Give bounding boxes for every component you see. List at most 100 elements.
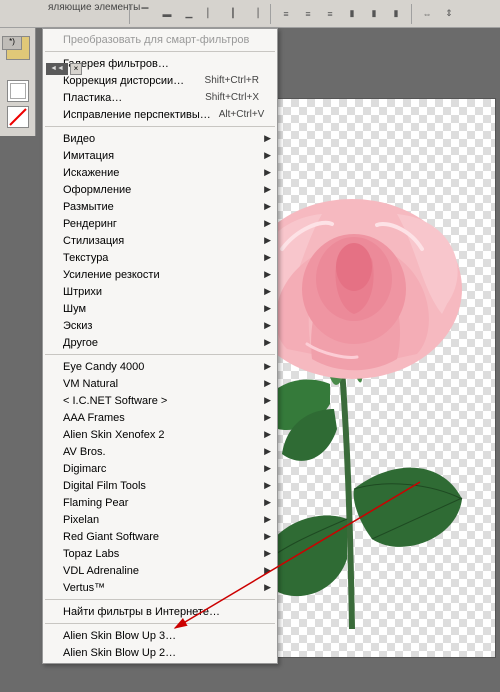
- submenu-arrow-icon: ▶: [264, 531, 271, 542]
- menu-item-label: Имитация: [63, 150, 259, 162]
- submenu-arrow-icon: ▶: [264, 514, 271, 525]
- menu-item[interactable]: Искажение▶: [43, 164, 277, 181]
- submenu-arrow-icon: ▶: [264, 497, 271, 508]
- submenu-arrow-icon: ▶: [264, 201, 271, 212]
- menu-item-shortcut: Shift+Ctrl+R: [205, 75, 259, 86]
- filter-menu: Преобразовать для смарт-фильтров Галерея …: [42, 28, 278, 664]
- submenu-arrow-icon: ▶: [264, 361, 271, 372]
- submenu-arrow-icon: ▶: [264, 303, 271, 314]
- menu-item[interactable]: Текстура▶: [43, 249, 277, 266]
- menu-item[interactable]: Шум ▶: [43, 300, 277, 317]
- menu-item[interactable]: Преобразовать для смарт-фильтров: [43, 31, 277, 48]
- menu-item-label: VM Natural: [63, 378, 259, 390]
- align-hcenter-icon[interactable]: ┃: [223, 4, 243, 24]
- menu-item[interactable]: AV Bros. ▶: [43, 443, 277, 460]
- toolbar-separator: [270, 4, 271, 24]
- menu-item[interactable]: Alien Skin Xenofex 2 ▶: [43, 426, 277, 443]
- panel-title: яляющие элементы: [48, 2, 140, 13]
- menu-item[interactable]: Пластика…Shift+Ctrl+X: [43, 89, 277, 106]
- menu-item-label: Alien Skin Xenofex 2: [63, 429, 259, 441]
- submenu-arrow-icon: ▶: [264, 269, 271, 280]
- menu-item[interactable]: Alien Skin Blow Up 2…: [43, 644, 277, 661]
- submenu-arrow-icon: ▶: [264, 463, 271, 474]
- distribute-spacing-v-icon[interactable]: ⇕: [439, 4, 459, 24]
- menu-item[interactable]: Рендеринг▶: [43, 215, 277, 232]
- menu-item-label: Eye Candy 4000: [63, 361, 259, 373]
- submenu-arrow-icon: ▶: [264, 412, 271, 423]
- menu-item[interactable]: < I.C.NET Software >▶: [43, 392, 277, 409]
- menu-item[interactable]: VM Natural▶: [43, 375, 277, 392]
- align-vcenter-icon[interactable]: ▬: [157, 4, 177, 24]
- menu-item[interactable]: Topaz Labs▶: [43, 545, 277, 562]
- distribute-spacing-icon[interactable]: ⇔: [417, 4, 437, 24]
- menu-item-label: Рендеринг: [63, 218, 259, 230]
- menu-item-label: < I.C.NET Software >: [63, 395, 259, 407]
- menu-item-label: AV Bros.: [63, 446, 259, 458]
- submenu-arrow-icon: ▶: [264, 320, 271, 331]
- menu-item[interactable]: Alien Skin Blow Up 3…: [43, 627, 277, 644]
- panel-grip-icon[interactable]: ◄◄: [46, 63, 68, 75]
- menu-item-label: Alien Skin Blow Up 3…: [63, 630, 259, 642]
- menu-item[interactable]: Найти фильтры в Интернете…: [43, 603, 277, 620]
- submenu-arrow-icon: ▶: [264, 133, 271, 144]
- menu-item[interactable]: Оформление▶: [43, 181, 277, 198]
- menu-item-label: Шум: [63, 303, 259, 315]
- menu-item[interactable]: VDL Adrenaline ▶: [43, 562, 277, 579]
- menu-item[interactable]: Digital Film Tools▶: [43, 477, 277, 494]
- menu-item-label: Эскиз: [63, 320, 259, 332]
- menu-item[interactable]: Эскиз ▶: [43, 317, 277, 334]
- align-right-icon[interactable]: ▕: [245, 4, 265, 24]
- menu-separator: [45, 51, 275, 52]
- menu-item[interactable]: Digimarc▶: [43, 460, 277, 477]
- distribute-left-icon[interactable]: ▮: [342, 4, 362, 24]
- submenu-arrow-icon: ▶: [264, 565, 271, 576]
- panel-tab[interactable]: *): [2, 36, 22, 50]
- menu-item-label: Видео: [63, 133, 259, 145]
- menu-item[interactable]: Vertus™▶: [43, 579, 277, 596]
- menu-item[interactable]: Исправление перспективы…Alt+Ctrl+V: [43, 106, 277, 123]
- menu-item-label: Галерея фильтров…: [63, 58, 259, 70]
- distribute-hcenter-icon[interactable]: ▮: [364, 4, 384, 24]
- distribute-bottom-icon[interactable]: ≡: [320, 4, 340, 24]
- submenu-arrow-icon: ▶: [264, 150, 271, 161]
- submenu-arrow-icon: ▶: [264, 429, 271, 440]
- menu-item[interactable]: AAA Frames▶: [43, 409, 277, 426]
- menu-item[interactable]: Red Giant Software▶: [43, 528, 277, 545]
- menu-item-label: Стилизация: [63, 235, 259, 247]
- menu-item-label: Topaz Labs: [63, 548, 259, 560]
- submenu-arrow-icon: ▶: [264, 184, 271, 195]
- close-icon[interactable]: ×: [70, 63, 82, 75]
- align-left-icon[interactable]: ▏: [201, 4, 221, 24]
- menu-item[interactable]: Штрихи▶: [43, 283, 277, 300]
- menu-item[interactable]: Pixelan ▶: [43, 511, 277, 528]
- submenu-arrow-icon: ▶: [264, 446, 271, 457]
- menu-item-label: Flaming Pear: [63, 497, 259, 509]
- menu-item[interactable]: Видео ▶: [43, 130, 277, 147]
- align-bottom-icon[interactable]: ▁: [179, 4, 199, 24]
- menu-item-label: VDL Adrenaline: [63, 565, 259, 577]
- square-swatch-icon[interactable]: [7, 80, 29, 102]
- menu-item[interactable]: Усиление резкости▶: [43, 266, 277, 283]
- menu-item[interactable]: Размытие▶: [43, 198, 277, 215]
- menu-item-label: Коррекция дисторсии…: [63, 75, 197, 87]
- distribute-right-icon[interactable]: ▮: [386, 4, 406, 24]
- submenu-arrow-icon: ▶: [264, 252, 271, 263]
- no-color-icon[interactable]: [7, 106, 29, 128]
- menu-item-label: Преобразовать для смарт-фильтров: [63, 34, 259, 46]
- menu-item[interactable]: Flaming Pear ▶: [43, 494, 277, 511]
- menu-item[interactable]: Другое ▶: [43, 334, 277, 351]
- distribute-top-icon[interactable]: ≡: [276, 4, 296, 24]
- menu-item[interactable]: Имитация ▶: [43, 147, 277, 164]
- menu-item-label: Vertus™: [63, 582, 259, 594]
- menu-item-shortcut: Alt+Ctrl+V: [219, 109, 265, 120]
- menu-item[interactable]: Стилизация▶: [43, 232, 277, 249]
- menu-item-label: Digital Film Tools: [63, 480, 259, 492]
- menu-separator: [45, 623, 275, 624]
- menu-item-label: Искажение: [63, 167, 259, 179]
- menu-item-label: Pixelan: [63, 514, 259, 526]
- submenu-arrow-icon: ▶: [264, 337, 271, 348]
- distribute-vcenter-icon[interactable]: ≡: [298, 4, 318, 24]
- menu-item-label: Alien Skin Blow Up 2…: [63, 647, 259, 659]
- menu-item[interactable]: Eye Candy 4000 ▶: [43, 358, 277, 375]
- menu-item-label: Другое: [63, 337, 259, 349]
